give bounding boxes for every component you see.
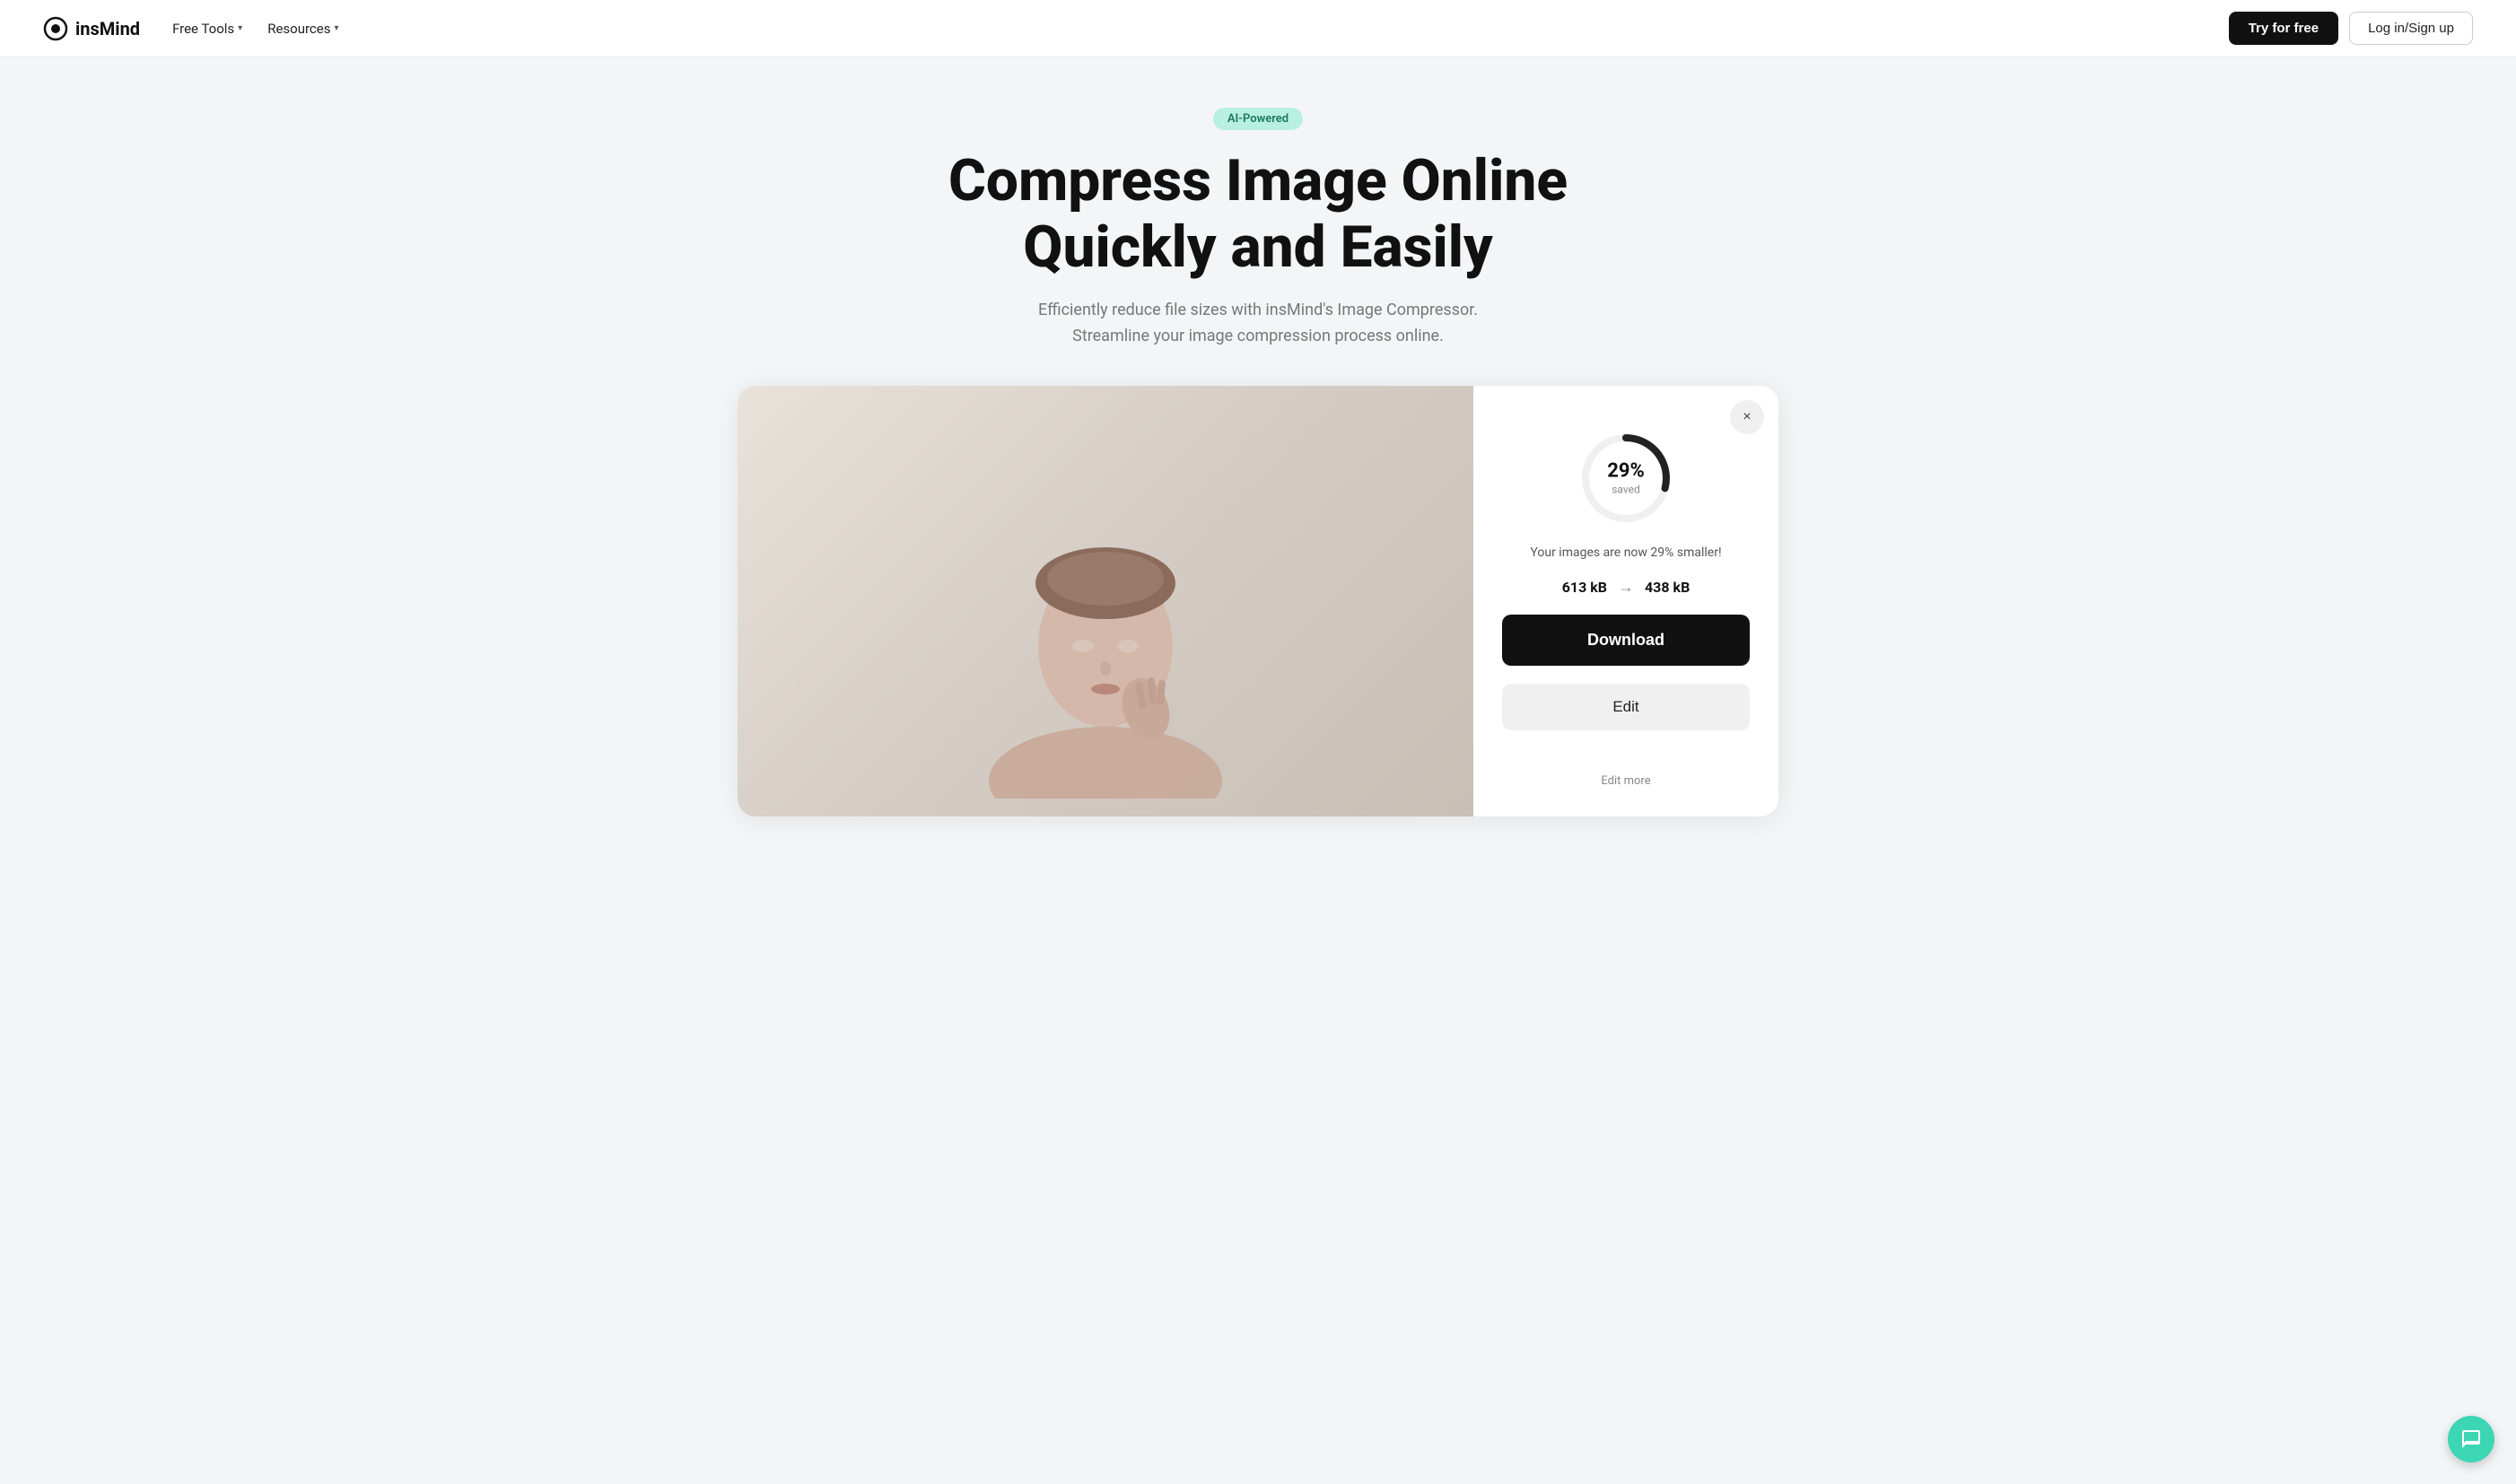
portrait-figure (962, 404, 1249, 799)
hero-section: AI-Powered Compress Image Online Quickly… (0, 57, 2516, 386)
original-size: 613 kB (1562, 579, 1607, 596)
circle-label: 29% saved (1607, 459, 1645, 496)
tool-wrapper: × (702, 386, 1814, 870)
portrait-svg (962, 404, 1249, 799)
arrow-icon: → (1618, 578, 1634, 597)
circle-saved: saved (1607, 484, 1645, 496)
tool-card: × (738, 386, 1778, 816)
nav-free-tools[interactable]: Free Tools ▾ (172, 21, 242, 37)
ai-powered-badge: AI-Powered (1213, 108, 1303, 130)
download-button[interactable]: Download (1502, 615, 1750, 666)
chevron-down-icon: ▾ (334, 23, 338, 33)
try-for-free-button[interactable]: Try for free (2229, 12, 2338, 45)
size-row: 613 kB → 438 kB (1562, 578, 1690, 597)
circle-percent: 29% (1607, 459, 1645, 483)
chat-bubble[interactable] (2448, 1416, 2494, 1462)
edit-more-label: Edit more (1601, 774, 1650, 788)
hero-title: Compress Image Online Quickly and Easily (944, 148, 1572, 280)
chat-icon (2460, 1428, 2482, 1450)
logo[interactable]: insMind (43, 16, 140, 41)
edit-button[interactable]: Edit (1502, 684, 1750, 730)
login-button[interactable]: Log in/Sign up (2349, 12, 2473, 45)
nav-resources[interactable]: Resources ▾ (267, 21, 338, 37)
result-panel: 29% saved Your images are now 29% smalle… (1473, 386, 1778, 816)
image-preview (738, 386, 1473, 816)
hero-subtitle: Efficiently reduce file sizes with insMi… (1016, 298, 1500, 350)
compressed-size: 438 kB (1645, 579, 1690, 596)
result-message: Your images are now 29% smaller! (1530, 546, 1721, 560)
logo-text: insMind (75, 18, 140, 39)
circle-progress: 29% saved (1577, 429, 1675, 528)
nav-left: insMind Free Tools ▾ Resources ▾ (43, 16, 339, 41)
navbar: insMind Free Tools ▾ Resources ▾ Try for… (0, 0, 2516, 57)
nav-right: Try for free Log in/Sign up (2229, 12, 2473, 45)
chevron-down-icon: ▾ (238, 23, 242, 33)
logo-icon (43, 16, 68, 41)
nav-menu: Free Tools ▾ Resources ▾ (172, 21, 338, 37)
close-button[interactable]: × (1730, 400, 1764, 434)
